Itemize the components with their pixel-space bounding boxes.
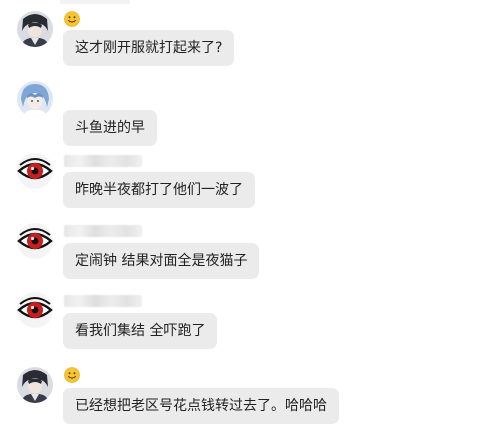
- sender-name-blurred: [64, 292, 142, 310]
- chat-history: 这才刚开服就打起来了? 斗鱼进的早 昨晚半夜都打了他们一波了 定闹钟 结果对面全…: [0, 0, 500, 435]
- message-bubble[interactable]: 已经想把老区号花点钱转过去了。哈哈哈: [63, 388, 339, 424]
- person-dark-hair-avatar[interactable]: [17, 367, 53, 403]
- sender-name: [64, 10, 80, 28]
- smiley-face-icon: [64, 11, 80, 27]
- sender-name-blurred: [64, 152, 142, 170]
- red-eye-avatar[interactable]: [17, 223, 53, 259]
- sender-name-blurred: [64, 222, 142, 240]
- red-eye-avatar[interactable]: [17, 292, 53, 328]
- smiley-face-icon: [64, 367, 80, 383]
- person-dark-hair-avatar[interactable]: [17, 11, 53, 47]
- red-eye-avatar[interactable]: [17, 153, 53, 189]
- anime-blue-hair-avatar[interactable]: [17, 81, 53, 117]
- clipped-previous-message: [60, 0, 130, 4]
- sender-name: [64, 366, 80, 384]
- message-bubble[interactable]: 定闹钟 结果对面全是夜猫子: [63, 243, 260, 279]
- message-bubble[interactable]: 看我们集结 全吓跑了: [63, 313, 218, 349]
- message-bubble[interactable]: 斗鱼进的早: [63, 110, 157, 146]
- message-bubble[interactable]: 这才刚开服就打起来了?: [63, 30, 235, 66]
- message-bubble[interactable]: 昨晚半夜都打了他们一波了: [63, 172, 255, 208]
